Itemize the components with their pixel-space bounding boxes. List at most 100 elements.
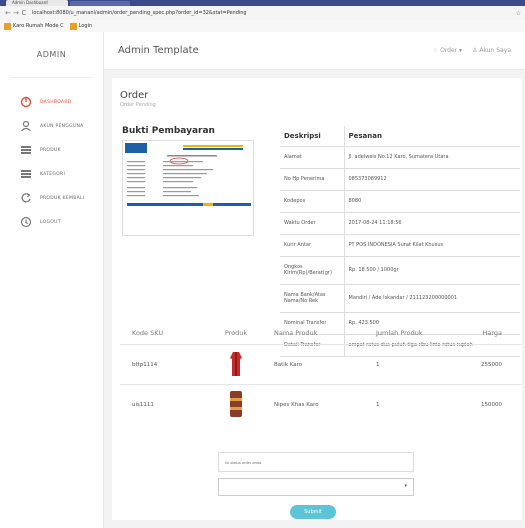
payment-proof-image[interactable] (122, 140, 254, 236)
sidebar-item-logout[interactable]: LOGOUT (0, 210, 103, 234)
sidebar-item-produk[interactable]: PRODUK (0, 138, 103, 162)
receipt-thumbnail-icon (123, 141, 253, 235)
account-menu-label: Akun Saya (479, 47, 511, 54)
table-row: bttp1114 Batik Karo 1 255000 (120, 344, 522, 384)
browser-tab-inactive[interactable] (70, 1, 130, 6)
col-header-harga: Harga (482, 329, 502, 337)
category-icon (20, 168, 32, 180)
topbar: Admin Template ♢ Order ▾ ♙ Akun Saya (104, 32, 525, 70)
detail-header-left: Deskripsi (280, 126, 345, 147)
qty-cell: 1 (376, 401, 380, 408)
col-header-jumlah: Jumlah Produk (376, 329, 423, 337)
product-image (206, 390, 266, 420)
detail-key: Nama Bank/Atas Nama/No Rek (280, 284, 345, 313)
detail-value: 8080 (344, 190, 520, 213)
detail-value: Jl. adelweis No.12 Karo, Sumatera Utara (344, 146, 520, 169)
detail-row: Nama Bank/Atas Nama/No Rek Mandiri / Ade … (280, 284, 520, 313)
sidebar-menu: DASHBOARD AKUN PENGGUNA PRODUK KATEGORI … (0, 78, 103, 234)
detail-row: Alamat Jl. adelweis No.12 Karo, Sumatera … (280, 146, 520, 169)
detail-key: Waktu Order (280, 212, 345, 235)
app-title: Admin Template (118, 45, 199, 56)
product-image (206, 350, 266, 380)
browser-chrome: Admin Dashboard ← → C localhost:8080/u_m… (0, 0, 525, 32)
sidebar-item-label: PRODUK (40, 147, 61, 153)
order-menu-label: Order (440, 47, 458, 54)
user-icon: ♙ (472, 47, 478, 54)
price-cell: 255000 (481, 361, 502, 368)
batik-shirt-icon (230, 351, 242, 376)
app: ADMIN DASHBOARD AKUN PENGGUNA PRODUK KAT… (0, 32, 525, 528)
col-header-sku: Kode SKU (132, 329, 164, 337)
sidebar-item-dashboard[interactable]: DASHBOARD (0, 90, 103, 114)
bukti-title: Bukti Pembayaran (122, 126, 215, 136)
url-input[interactable]: localhost:8080/u_manani/admin/order_pend… (32, 10, 510, 16)
submit-button[interactable]: Submit (290, 505, 336, 519)
product-table: Kode SKU Produk Nama Produk Jumlah Produ… (120, 322, 522, 424)
qty-cell: 1 (376, 361, 380, 368)
return-icon (20, 192, 32, 204)
detail-value: 2017-08-24 11:18:56 (344, 212, 520, 235)
detail-key: Ongkos Kirim(Rp)/Berat(gr) (280, 256, 345, 285)
bell-icon: ♢ (432, 47, 439, 54)
star-icon[interactable]: ☆ (516, 10, 521, 17)
topbar-actions: ♢ Order ▾ ♙ Akun Saya (433, 47, 511, 54)
status-input[interactable] (218, 452, 414, 472)
user-icon (20, 120, 32, 132)
product-table-header: Kode SKU Produk Nama Produk Jumlah Produ… (120, 322, 522, 344)
sidebar-item-label: DASHBOARD (40, 99, 72, 105)
reload-icon[interactable]: C (20, 9, 28, 17)
detail-row: Kodepos 8080 (280, 190, 520, 213)
main-content: Admin Template ♢ Order ▾ ♙ Akun Saya Ord… (104, 32, 525, 528)
price-cell: 150000 (481, 401, 502, 408)
detail-key: Kurir Antar (280, 234, 345, 257)
sidebar-item-produk-kembali[interactable]: PRODUK KEMBALI (0, 186, 103, 210)
sidebar-brand: ADMIN (10, 32, 93, 78)
sidebar-item-kategori[interactable]: KATEGORI (0, 162, 103, 186)
detail-key: Kodepos (280, 190, 345, 213)
bookmark-item[interactable]: Login (79, 23, 93, 29)
order-detail-header: Deskripsi Pesanan (280, 126, 520, 147)
account-menu[interactable]: ♙ Akun Saya (472, 47, 511, 54)
forward-icon[interactable]: → (12, 9, 20, 17)
page-title: Order (120, 90, 149, 101)
bookmark-icon (4, 22, 11, 30)
ulos-cloth-icon (230, 390, 242, 417)
order-panel: Order Order Pending Bukti Pembayaran Des… (112, 78, 522, 520)
sidebar-item-label: AKUN PENGGUNA (40, 123, 84, 129)
detail-value: PT POS INDONESIA Surat Kilat Khusus (344, 234, 520, 257)
col-header-produk: Produk (224, 329, 248, 337)
detail-key: No Hp Penerima (280, 168, 345, 191)
sku-cell: uis1111 (132, 401, 154, 408)
detail-row: Waktu Order 2017-08-24 11:18:56 (280, 212, 520, 235)
order-menu[interactable]: ♢ Order ▾ (433, 47, 462, 54)
address-bar: ← → C localhost:8080/u_manani/admin/orde… (0, 6, 525, 20)
detail-value: Rp. 18.500 / 1000gr (344, 256, 520, 285)
logout-icon (20, 216, 32, 228)
sidebar-item-label: KATEGORI (40, 171, 66, 177)
bookmark-icon (69, 22, 77, 30)
status-select[interactable]: ▾ (218, 478, 414, 496)
chevron-down-icon: ▾ (404, 483, 407, 489)
table-row: uis1111 Nipes Khas Karo 1 150000 (120, 384, 522, 424)
sku-cell: bttp1114 (132, 361, 158, 368)
sidebar-item-akun[interactable]: AKUN PENGGUNA (0, 114, 103, 138)
browser-tab[interactable]: Admin Dashboard (6, 0, 68, 6)
product-name-cell: Nipes Khas Karo (274, 401, 319, 408)
detail-row: Ongkos Kirim(Rp)/Berat(gr) Rp. 18.500 / 1… (280, 256, 520, 285)
col-header-nama: Nama Produk (274, 329, 318, 337)
page-subtitle: Order Pending (120, 102, 156, 108)
back-icon[interactable]: ← (4, 9, 12, 17)
bookmarks-bar: Karo Rumah Mode C Login (0, 20, 525, 32)
detail-header-right: Pesanan (344, 126, 520, 147)
detail-value: 085373089912 (344, 168, 520, 191)
product-name-cell: Batik Karo (274, 361, 303, 368)
product-icon (20, 144, 32, 156)
panel-header: Order Order Pending (112, 78, 522, 114)
detail-row: Kurir Antar PT POS INDONESIA Surat Kilat … (280, 234, 520, 257)
chevron-down-icon: ▾ (459, 47, 463, 54)
bookmark-item[interactable]: Karo Rumah Mode C (13, 23, 64, 29)
detail-value: Mandiri / Ade Iskandar / 211123200000001 (344, 284, 520, 313)
sidebar-item-label: PRODUK KEMBALI (40, 195, 85, 201)
sidebar: ADMIN DASHBOARD AKUN PENGGUNA PRODUK KAT… (0, 32, 104, 528)
sidebar-item-label: LOGOUT (40, 219, 61, 225)
